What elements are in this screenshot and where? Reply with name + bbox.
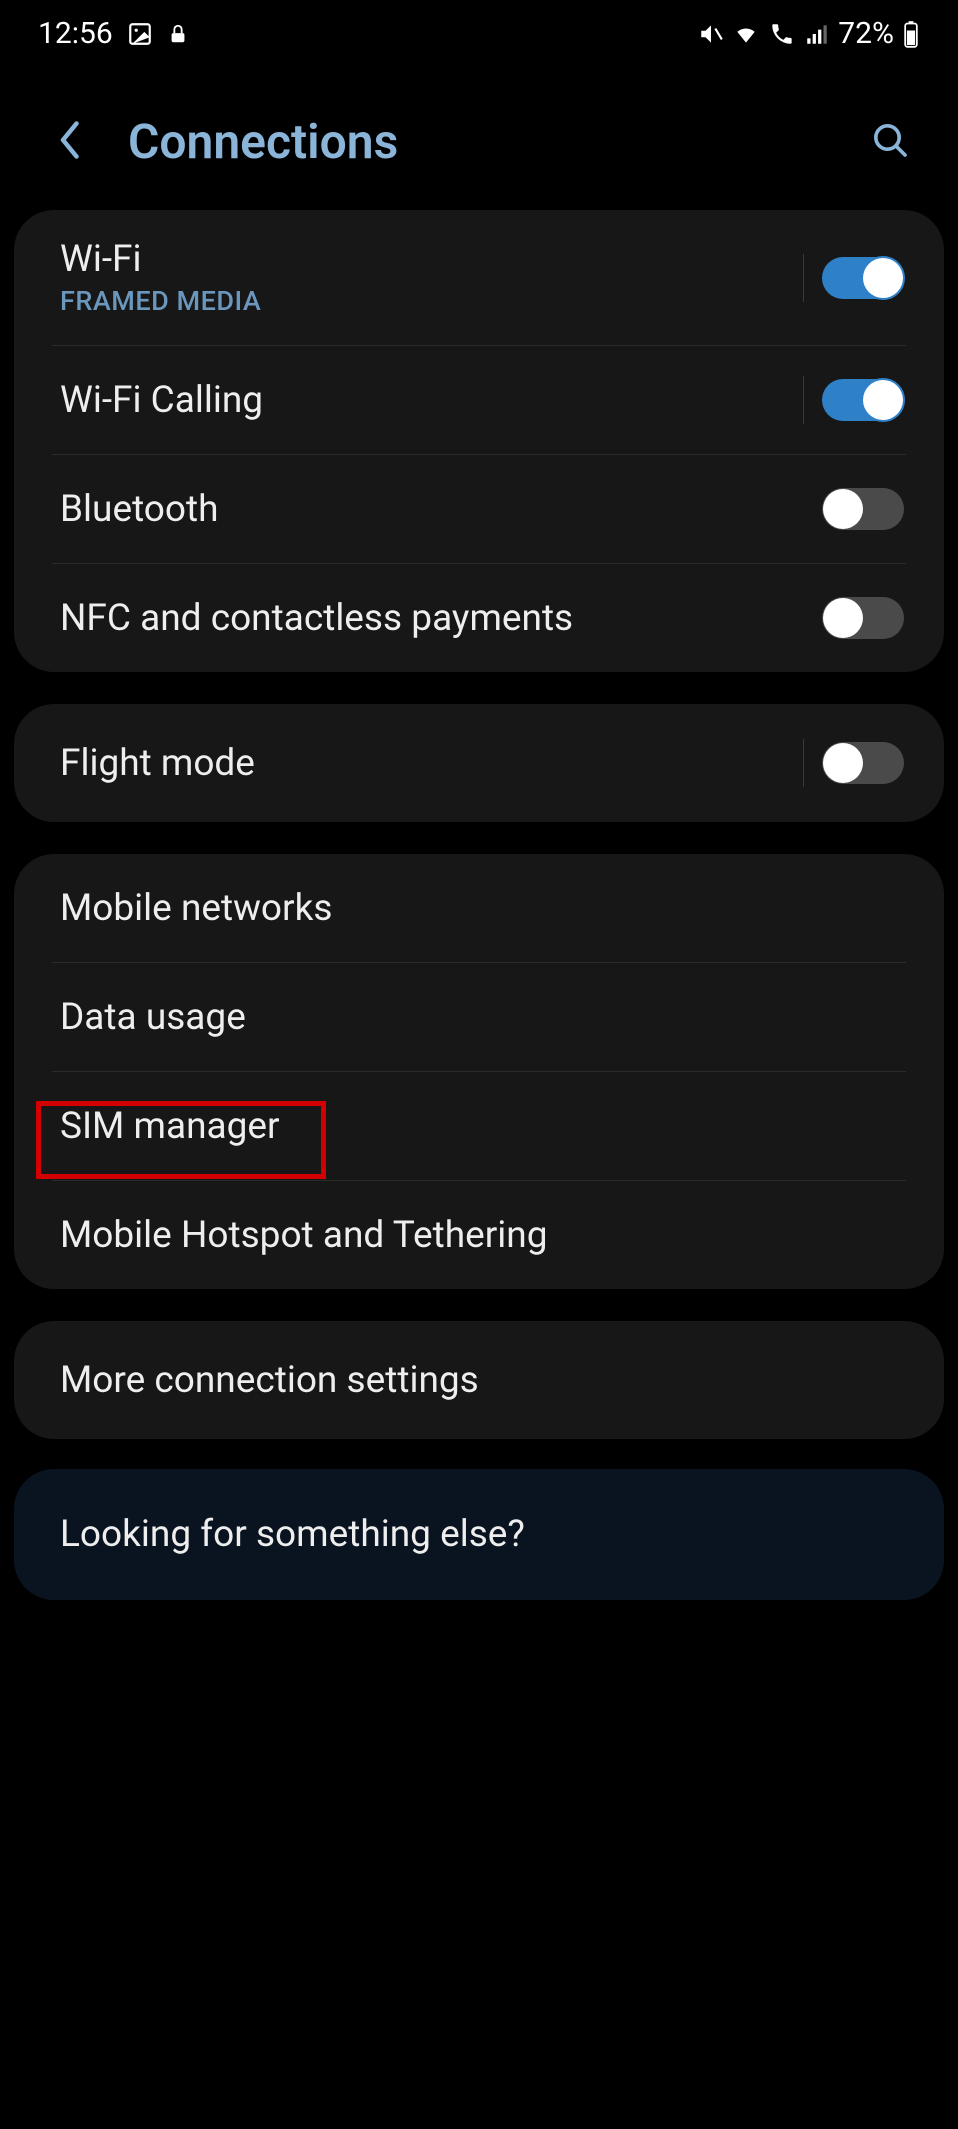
setting-flight-mode[interactable]: Flight mode — [14, 704, 944, 822]
settings-group-flight: Flight mode — [14, 704, 944, 822]
setting-nfc[interactable]: NFC and contactless payments — [14, 564, 944, 672]
toggle-separator — [803, 376, 804, 424]
status-time: 12:56 — [38, 16, 113, 51]
flight-mode-toggle[interactable] — [822, 742, 904, 784]
nfc-toggle[interactable] — [822, 597, 904, 639]
setting-bluetooth[interactable]: Bluetooth — [14, 455, 944, 563]
battery-percentage: 72% — [838, 16, 894, 51]
setting-title: Wi-Fi Calling — [60, 379, 263, 422]
toggle-separator — [803, 739, 804, 787]
setting-title: Flight mode — [60, 742, 255, 785]
setting-subtitle: FRAMED MEDIA — [60, 285, 261, 317]
setting-title: Mobile Hotspot and Tethering — [60, 1214, 547, 1257]
search-icon[interactable] — [870, 120, 910, 164]
setting-data-usage[interactable]: Data usage — [14, 963, 944, 1071]
wifi-calling-icon — [768, 21, 796, 47]
page-title: Connections — [128, 113, 398, 170]
setting-title: Wi-Fi — [60, 238, 261, 281]
settings-group-more: More connection settings — [14, 1321, 944, 1439]
setting-title: Mobile networks — [60, 887, 332, 930]
settings-group-mobile: Mobile networks Data usage SIM manager M… — [14, 854, 944, 1289]
status-bar: 12:56 72% — [0, 0, 958, 63]
image-icon — [127, 21, 153, 47]
lock-icon — [167, 21, 189, 47]
wifi-icon — [732, 21, 760, 47]
back-icon[interactable] — [56, 119, 82, 165]
setting-title: SIM manager — [60, 1105, 280, 1148]
wifi-calling-toggle[interactable] — [822, 379, 904, 421]
bluetooth-toggle[interactable] — [822, 488, 904, 530]
settings-group-connectivity: Wi-Fi FRAMED MEDIA Wi-Fi Calling Bluetoo… — [14, 210, 944, 672]
mute-icon — [698, 21, 724, 47]
battery-icon — [902, 20, 920, 48]
toggle-separator — [803, 254, 804, 302]
setting-sim-manager[interactable]: SIM manager — [14, 1072, 944, 1180]
status-right: 72% — [698, 16, 920, 51]
setting-more-connection[interactable]: More connection settings — [14, 1321, 944, 1439]
setting-title: More connection settings — [60, 1359, 479, 1402]
signal-icon — [804, 21, 830, 47]
setting-title: Bluetooth — [60, 488, 219, 531]
footer-title: Looking for something else? — [60, 1513, 525, 1556]
footer-hint-card[interactable]: Looking for something else? — [14, 1469, 944, 1600]
setting-hotspot-tethering[interactable]: Mobile Hotspot and Tethering — [14, 1181, 944, 1289]
setting-title: Data usage — [60, 996, 246, 1039]
page-header: Connections — [0, 63, 958, 210]
setting-mobile-networks[interactable]: Mobile networks — [14, 854, 944, 962]
setting-title: NFC and contactless payments — [60, 597, 573, 640]
setting-wifi[interactable]: Wi-Fi FRAMED MEDIA — [14, 210, 944, 345]
wifi-toggle[interactable] — [822, 257, 904, 299]
setting-wifi-calling[interactable]: Wi-Fi Calling — [14, 346, 944, 454]
status-left: 12:56 — [38, 16, 189, 51]
